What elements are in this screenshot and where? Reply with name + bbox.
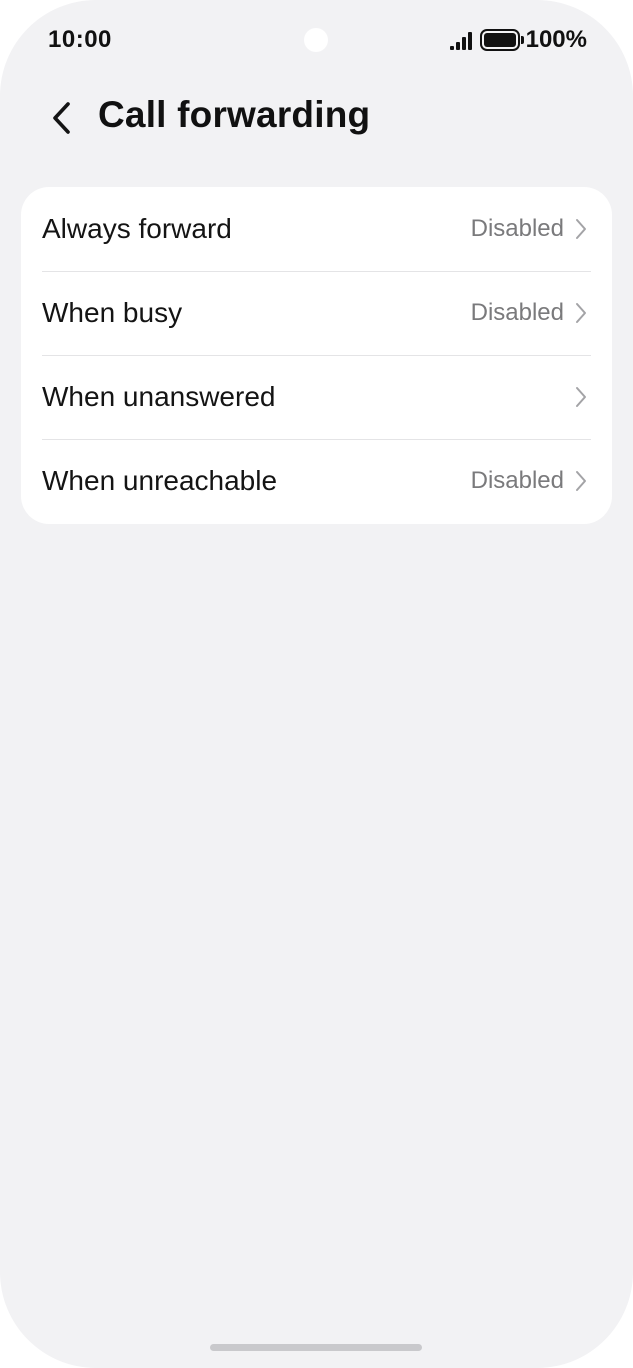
page-title: Call forwarding (98, 94, 371, 135)
list-item-when-unanswered[interactable]: When unanswered (21, 355, 612, 439)
status-indicators: 100% (448, 26, 587, 54)
list-item-status: Disabled (470, 299, 564, 326)
chevron-right-icon (574, 469, 588, 493)
chevron-right-icon (574, 301, 588, 325)
home-indicator[interactable] (210, 1344, 422, 1351)
chevron-right-icon (574, 217, 588, 241)
call-forwarding-list: Always forward Disabled When busy Disabl… (21, 187, 612, 524)
battery-icon (479, 29, 524, 51)
status-time: 10:00 (48, 26, 112, 53)
battery-percentage: 100% (525, 26, 587, 53)
phone-screen: 10:00 100% Call forwarding Always forwar… (0, 0, 633, 1368)
list-item-label: Always forward (42, 213, 232, 244)
list-item-when-unreachable[interactable]: When unreachable Disabled (21, 439, 612, 523)
app-header: Call forwarding (0, 88, 633, 148)
list-item-status: Disabled (470, 215, 564, 242)
camera-cutout (304, 28, 328, 52)
list-item-when-busy[interactable]: When busy Disabled (21, 271, 612, 355)
list-item-label: When busy (42, 297, 183, 328)
list-item-label: When unreachable (42, 465, 278, 496)
status-bar: 10:00 100% (0, 0, 633, 80)
list-item-always-forward[interactable]: Always forward Disabled (21, 187, 612, 271)
back-arrow-icon (53, 102, 70, 134)
list-item-label: When unanswered (42, 381, 276, 412)
back-button[interactable] (42, 96, 82, 140)
chevron-right-icon (574, 385, 588, 409)
signal-icon (448, 30, 472, 50)
list-item-status: Disabled (470, 467, 564, 494)
